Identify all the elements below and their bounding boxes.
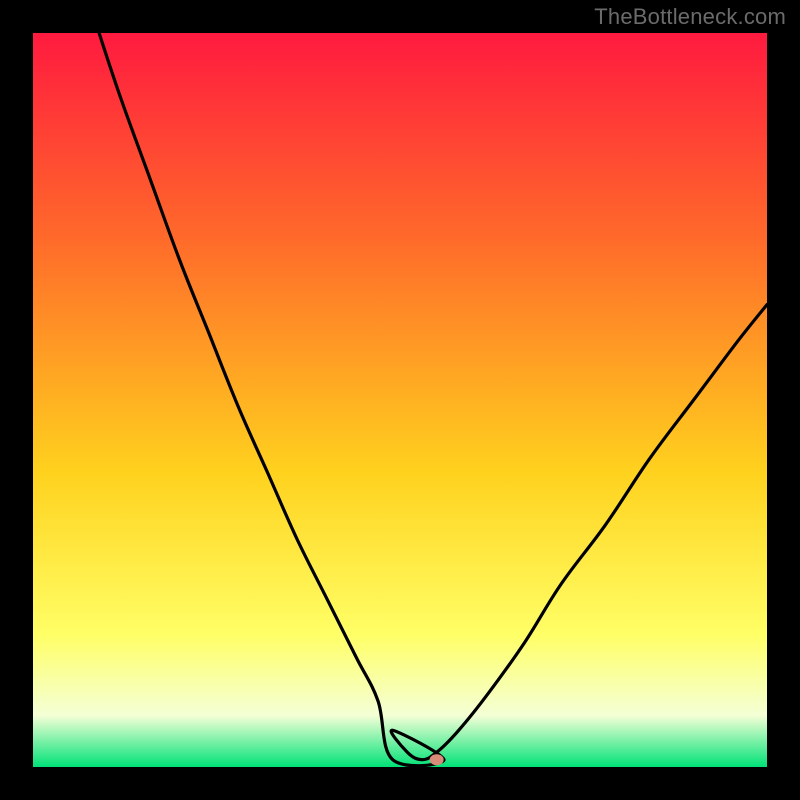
optimum-marker — [430, 754, 444, 765]
bottleneck-chart — [33, 33, 767, 767]
chart-frame: TheBottleneck.com — [0, 0, 800, 800]
watermark-text: TheBottleneck.com — [594, 4, 786, 30]
gradient-background — [33, 33, 767, 767]
